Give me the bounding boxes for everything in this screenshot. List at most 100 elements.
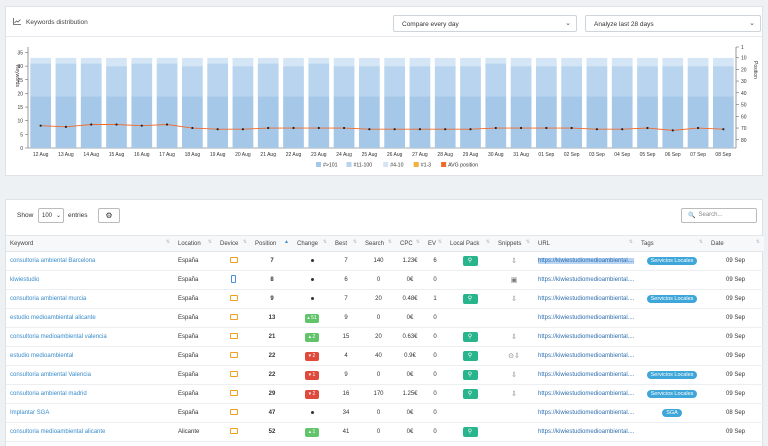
bar-segment: [30, 96, 52, 148]
keyword-link[interactable]: estudio medioambiental alicante: [6, 308, 174, 328]
local-pack-cell: ⚲: [446, 289, 494, 309]
map-pin-icon[interactable]: ⚲: [462, 427, 478, 437]
bar-segment: [207, 63, 229, 97]
x-tick-label: 27 Aug: [412, 152, 428, 158]
url-link[interactable]: https://kiwiestudiomedioambiental....: [538, 410, 634, 416]
column-header-ev[interactable]: EV ⇅: [424, 235, 446, 252]
keyword-link[interactable]: consultoria ambiental Barcelona: [6, 251, 174, 271]
page-length-select[interactable]: 100 ⌄: [38, 208, 64, 223]
column-header-label: Location: [178, 240, 201, 247]
table-row[interactable]: consultoria ambiental madrid España 29 ▾ 2 1…: [6, 384, 764, 404]
column-header-location[interactable]: Location ⇅: [174, 235, 216, 252]
keyword-link[interactable]: consultoria ambiental madrid: [6, 384, 174, 404]
gear-icon: ⚙: [105, 211, 113, 220]
avg-position-point: [393, 128, 396, 131]
keyword-link[interactable]: consultoria medioambiental valencia: [6, 327, 174, 347]
map-pin-icon[interactable]: ⚲: [462, 370, 478, 380]
bar-segment: [662, 66, 684, 97]
table-row[interactable]: kiwiestudio España 8 6 0 0€ 0 ▣ https://kiwiestu…: [6, 270, 764, 290]
column-header-date[interactable]: Date ⇅: [707, 235, 764, 252]
avg-position-point: [722, 128, 725, 131]
search-cell: 0: [361, 422, 396, 442]
table-row[interactable]: estudio medioambiental España 22 ▾ 2 4 40 0.9€…: [6, 346, 764, 366]
column-header-label: Change: [297, 240, 319, 247]
device-cell: [216, 327, 251, 347]
map-pin-icon[interactable]: ⚲: [462, 332, 478, 342]
column-header-tag[interactable]: Tags ⇅: [637, 235, 707, 252]
keyword-link[interactable]: consultoria ambiental murcia: [6, 289, 174, 309]
url-link[interactable]: https://kiwiestudiomedioambiental....: [538, 372, 634, 378]
bar-segment: [662, 96, 684, 148]
url-link[interactable]: https://kiwiestudiomedioambiental....: [538, 296, 634, 302]
column-header-local[interactable]: Local Pack ⇅: [446, 235, 494, 252]
location-cell: España: [174, 327, 216, 347]
x-tick-label: 25 Aug: [362, 152, 378, 158]
column-header-url[interactable]: URL ⇅: [534, 235, 637, 252]
bar-segment: [181, 96, 203, 148]
column-header-search[interactable]: Search ⇅: [361, 235, 396, 252]
sort-icon: ⇅: [242, 239, 247, 245]
change-cell: [293, 251, 331, 271]
bar-segment: [358, 96, 380, 148]
column-header-snip[interactable]: Snippets ⇅: [494, 235, 534, 252]
best-cell: 41: [331, 422, 361, 442]
column-header-label: CPC: [400, 240, 413, 247]
url-link[interactable]: https://kiwiestudiomedioambiental....: [538, 315, 634, 321]
table-row[interactable]: consultoria medioambiental valencia Españ…: [6, 327, 764, 347]
url-link[interactable]: https://kiwiestudiomedioambiental....: [538, 334, 634, 340]
position-cell: 7: [251, 251, 293, 271]
column-header-keyword[interactable]: Keyword ⇅: [6, 235, 174, 252]
device-cell: [216, 422, 251, 442]
bar-segment: [283, 66, 304, 97]
url-cell: https://kiwiestudiomedioambiental....: [534, 251, 637, 271]
compare-select[interactable]: Compare every day ⌄: [393, 15, 577, 32]
x-tick-label: 29 Aug: [463, 152, 479, 158]
table-row[interactable]: Implantar SGA España 47 34 0 0€ 0 https://kiwie…: [6, 403, 764, 423]
column-header-best[interactable]: Best ⇅: [331, 235, 361, 252]
bar-segment: [207, 57, 229, 64]
bar-segment: [434, 57, 456, 67]
search-cell: 140: [361, 251, 396, 271]
column-header-change[interactable]: Change ⇅: [293, 235, 331, 252]
keyword-link[interactable]: consultoria medioambiental alicante: [6, 422, 174, 442]
table-row[interactable]: consultoria ambiental murcia España 9 7 20 0.…: [6, 289, 764, 309]
map-pin-icon[interactable]: ⚲: [462, 294, 478, 304]
column-header-device[interactable]: Device ⇅: [216, 235, 251, 252]
bar-segment: [308, 63, 330, 97]
url-link[interactable]: https://kiwiestudiomedioambiental....: [538, 429, 634, 435]
url-link[interactable]: https://kiwiestudiomedioambiental....: [538, 391, 634, 397]
map-pin-icon[interactable]: ⚲: [462, 351, 478, 361]
search-cell: 0: [361, 403, 396, 423]
right-tick-label: 70: [741, 126, 747, 132]
column-header-cpc[interactable]: CPC ⇅: [396, 235, 424, 252]
bar-segment: [156, 63, 178, 97]
snippets-cell: ⇩: [494, 327, 534, 347]
table-row[interactable]: consultoria medioambiental alicante Alica…: [6, 422, 764, 442]
snippet-icon: ▣: [510, 277, 518, 284]
bar-segment: [257, 57, 279, 64]
cpc-cell: 1.23€: [396, 251, 424, 271]
table-row[interactable]: consultoria ambiental Valencia España 22 ▾ …: [6, 365, 764, 385]
map-pin-icon[interactable]: ⚲: [462, 256, 478, 266]
period-select[interactable]: Analyze last 28 days ⌄: [585, 15, 761, 32]
best-cell: 16: [331, 384, 361, 404]
keyword-link[interactable]: kiwiestudio: [6, 270, 174, 290]
keyword-link[interactable]: Implantar SGA: [6, 403, 174, 423]
change-badge: ▾ 2: [305, 389, 319, 399]
url-link[interactable]: https://kiwiestudiomedioambiental....: [538, 277, 634, 283]
keyword-link[interactable]: consultoria ambiental Valencia: [6, 365, 174, 385]
map-pin-icon[interactable]: ⚲: [462, 389, 478, 399]
best-cell: 9: [331, 308, 361, 328]
keyword-link[interactable]: estudio medioambiental: [6, 346, 174, 366]
column-header-position[interactable]: Position ▲: [251, 235, 293, 252]
url-link[interactable]: https://kiwiestudiomedioambiental....: [538, 353, 634, 359]
search-input[interactable]: 🔍 Search...: [681, 208, 757, 223]
settings-button[interactable]: ⚙: [98, 208, 120, 223]
table-row[interactable]: estudio medioambiental alicante España 13 ▴…: [6, 308, 764, 328]
column-header-label: Tags: [641, 240, 654, 247]
table-row[interactable]: consultoria ambiental Barcelona España 7 7 1…: [6, 251, 764, 271]
sort-icon: ⇅: [628, 239, 633, 245]
date-cell: 08 Sep: [707, 403, 764, 423]
url-link[interactable]: https://kiwiestudiomedioambiental....: [538, 258, 635, 264]
bar-segment: [485, 63, 507, 97]
